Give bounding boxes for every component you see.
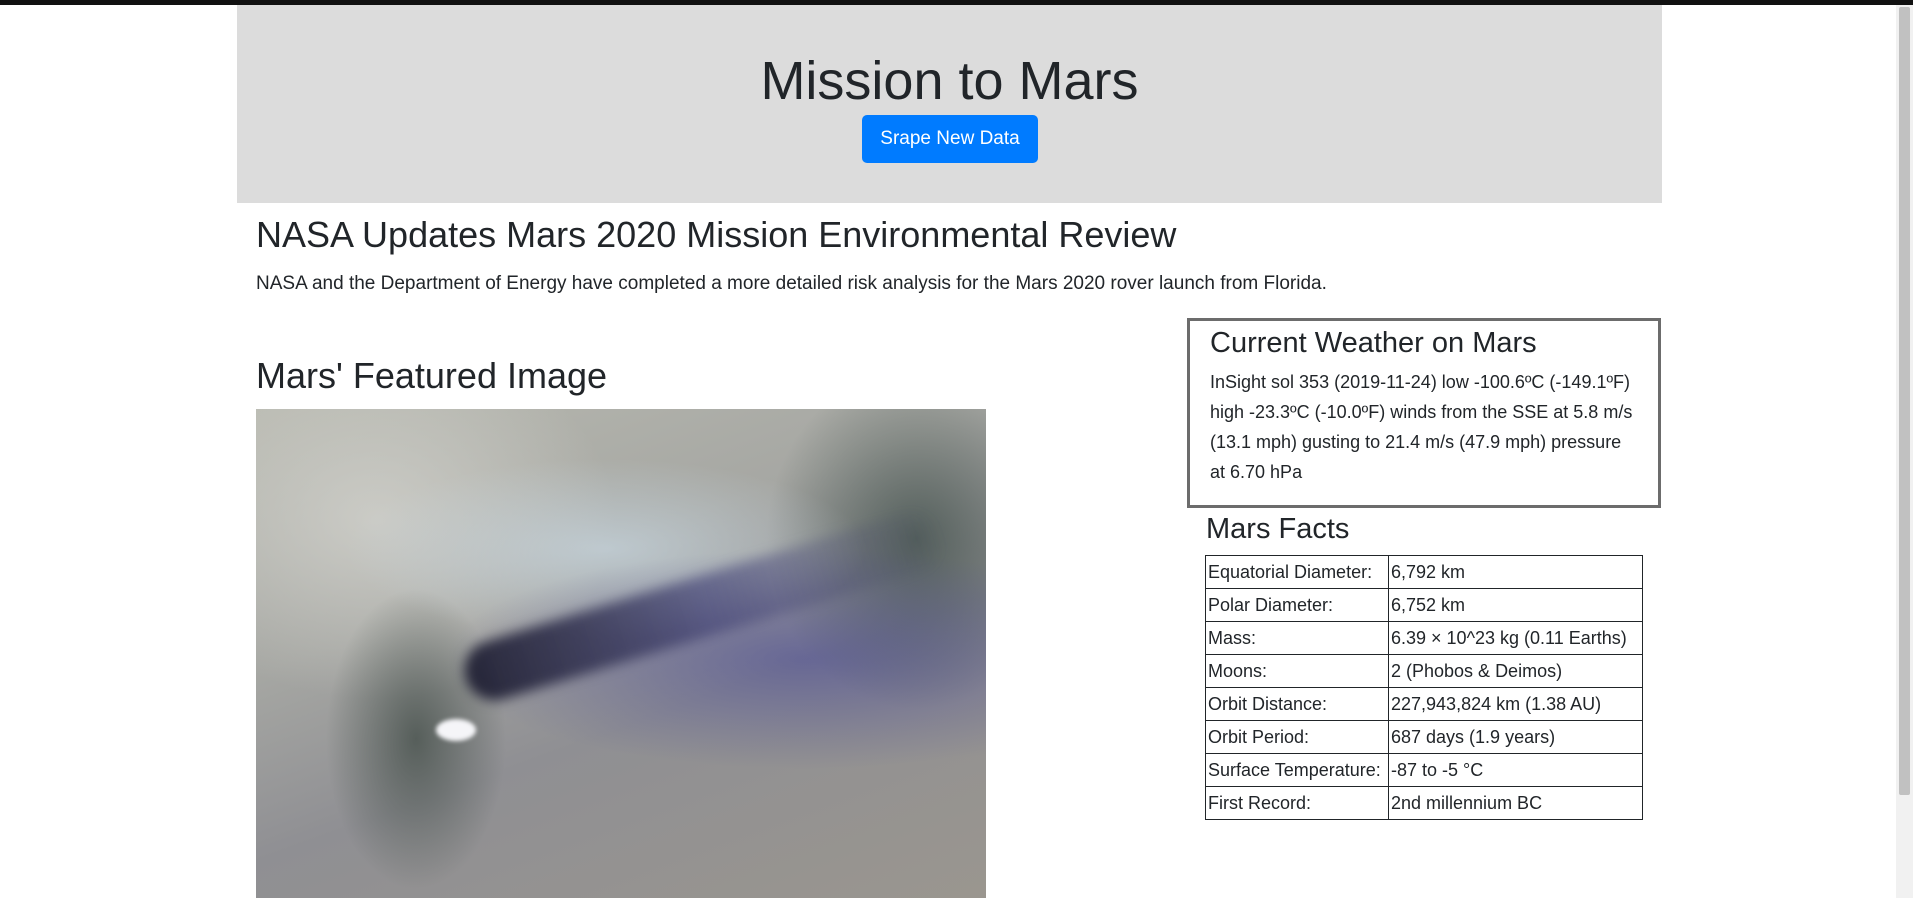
fact-value: 6,752 km: [1388, 588, 1643, 622]
fact-value: -87 to -5 °C: [1388, 753, 1643, 787]
scrollbar-thumb[interactable]: [1899, 7, 1910, 795]
fact-value: 2nd millennium BC: [1388, 786, 1643, 820]
facts-title: Mars Facts: [1206, 513, 1350, 545]
weather-panel: Current Weather on Mars InSight sol 353 …: [1187, 318, 1661, 508]
image-plume-detail: [457, 504, 953, 708]
weather-text: InSight sol 353 (2019-11-24) low -100.6º…: [1210, 372, 1633, 482]
featured-image: [256, 409, 986, 898]
fact-value: 227,943,824 km (1.38 AU): [1388, 687, 1643, 721]
fact-label: Mass:: [1205, 621, 1389, 655]
weather-title: Current Weather on Mars: [1210, 327, 1537, 359]
fact-label: Polar Diameter:: [1205, 588, 1389, 622]
news-title: NASA Updates Mars 2020 Mission Environme…: [256, 214, 1177, 255]
table-row: Mass: 6.39 × 10^23 kg (0.11 Earths): [1205, 621, 1643, 655]
vertical-scrollbar[interactable]: [1896, 5, 1913, 898]
fact-label: Surface Temperature:: [1205, 753, 1389, 787]
header-jumbotron: Mission to Mars Srape New Data: [237, 5, 1662, 203]
mars-facts-table: Equatorial Diameter: 6,792 km Polar Diam…: [1205, 555, 1643, 820]
fact-label: Orbit Distance:: [1205, 687, 1389, 721]
image-peak-detail: [436, 719, 476, 741]
featured-image-title: Mars' Featured Image: [256, 355, 608, 396]
fact-value: 6,792 km: [1388, 555, 1643, 589]
fact-label: Orbit Period:: [1205, 720, 1389, 754]
table-row: First Record: 2nd millennium BC: [1205, 786, 1643, 820]
news-teaser: NASA and the Department of Energy have c…: [256, 273, 1327, 294]
table-row: Moons: 2 (Phobos & Deimos): [1205, 654, 1643, 688]
fact-value: 2 (Phobos & Deimos): [1388, 654, 1643, 688]
scrape-new-data-button[interactable]: Srape New Data: [862, 115, 1038, 163]
table-row: Equatorial Diameter: 6,792 km: [1205, 555, 1643, 589]
fact-value: 6.39 × 10^23 kg (0.11 Earths): [1388, 621, 1643, 655]
fact-value: 687 days (1.9 years): [1388, 720, 1643, 754]
table-row: Surface Temperature: -87 to -5 °C: [1205, 753, 1643, 787]
fact-label: First Record:: [1205, 786, 1389, 820]
fact-label: Equatorial Diameter:: [1205, 555, 1389, 589]
table-row: Orbit Distance: 227,943,824 km (1.38 AU): [1205, 687, 1643, 721]
table-row: Polar Diameter: 6,752 km: [1205, 588, 1643, 622]
page-title: Mission to Mars: [760, 51, 1139, 111]
table-row: Orbit Period: 687 days (1.9 years): [1205, 720, 1643, 754]
fact-label: Moons:: [1205, 654, 1389, 688]
